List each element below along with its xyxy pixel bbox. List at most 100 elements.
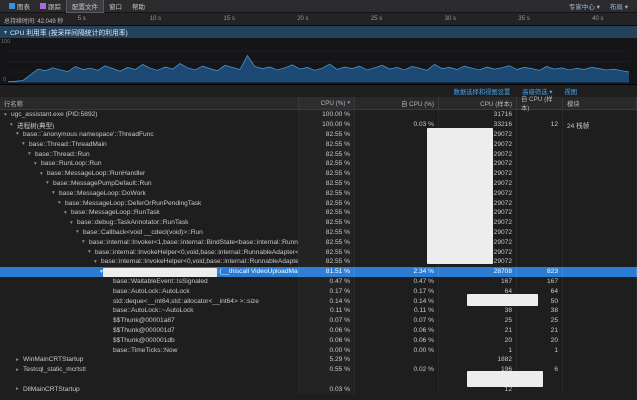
expander-icon[interactable]: ▸ [16, 386, 23, 392]
expander-icon[interactable]: ▾ [94, 259, 101, 265]
expander-icon[interactable]: ▾ [70, 220, 77, 226]
expander-icon[interactable]: ▾ [82, 239, 89, 245]
table-row[interactable]: ▾base::MessageLoop::DeferOrRunPendingTas… [0, 198, 637, 208]
table-row[interactable]: ▾base::`anonymous namespace'::ThreadFunc… [0, 130, 637, 140]
module-cell [563, 218, 637, 228]
column-header-2[interactable]: 自 CPU (%) [355, 97, 439, 109]
table-row[interactable]: ▾base::internal::RunnableAdapter<void (_… [0, 267, 637, 277]
column-header-3[interactable]: CPU (样本) [439, 97, 517, 109]
value-cell: 167 [517, 277, 563, 287]
column-header-4[interactable]: 自 CPU (样本) [517, 97, 563, 109]
value-cell: 12 [517, 120, 563, 130]
menu-right-items: 专家中心 ▾布局 ▾ [564, 0, 633, 12]
expander-icon[interactable]: ▾ [4, 29, 7, 36]
expander-icon[interactable]: ▾ [52, 190, 59, 196]
table-row[interactable]: $$Thunk@000001db0.06 %0.06 %2020 [0, 335, 637, 345]
table-row[interactable]: ▾base::internal::Invoker<1,base::interna… [0, 237, 637, 247]
menu-item[interactable]: 跟踪 [35, 0, 66, 13]
module-cell: 24 栈帧 [563, 120, 637, 130]
stack-label: 进程树(典型) [17, 120, 54, 130]
expander-icon[interactable]: ▾ [64, 210, 71, 216]
table-row[interactable]: ▾base::Thread::ThreadMain82.55 %29072 [0, 139, 637, 149]
stack-cell: ▾base::Thread::ThreadMain [0, 139, 299, 149]
value-cell: 28708 [439, 267, 517, 277]
timeline-ruler[interactable]: 总持续时间: 42.049 秒 5 s10 s15 s20 s25 s30 s3… [0, 13, 637, 26]
menu-right-item[interactable]: 布局 ▾ [605, 0, 633, 12]
cpu-usage-chart[interactable]: 100 0 [0, 38, 637, 85]
stack-label: $$Thunk@000001d7 [113, 327, 175, 334]
table-row[interactable]: std::deque<__int64,std::allocator<__int6… [0, 296, 637, 306]
expander-icon[interactable]: ▾ [4, 112, 11, 118]
stack-cell: ▸DllMainCRTStartup [0, 384, 299, 394]
expander-icon[interactable]: ▾ [88, 249, 95, 255]
expander-icon[interactable]: ▾ [10, 122, 17, 128]
value-cell: 0.47 % [299, 277, 355, 287]
menu-item[interactable]: 窗口 [104, 0, 127, 13]
table-row[interactable]: base::AutoLock::AutoLock0.17 %0.17 %6464 [0, 286, 637, 296]
column-header-0[interactable]: 行名称 [0, 97, 299, 109]
graph-header[interactable]: ▾ CPU 利用率 (按采样间隔统计的利用率) [0, 26, 637, 38]
table-row[interactable]: $$Thunk@000001d70.06 %0.06 %2121 [0, 326, 637, 336]
value-cell: 0.06 % [355, 335, 439, 345]
stack-cell: ▾base::MessageLoop::DeferOrRunPendingTas… [0, 198, 299, 208]
table-row[interactable]: ▾base::Callback<void __cdecl(void)>::Run… [0, 228, 637, 238]
expander-icon[interactable]: ▸ [16, 357, 23, 363]
stack-cell: ▾base::MessageLoop::DoWork [0, 188, 299, 198]
menu-items: 图表跟踪配置文件窗口帮助 [4, 0, 150, 13]
table-row[interactable]: ▾ugc_assistant.exe (PID:5892)100.00 %317… [0, 110, 637, 120]
stack-cell [0, 375, 299, 385]
value-cell [517, 247, 563, 257]
value-cell: 0.06 % [299, 326, 355, 336]
expander-icon[interactable]: ▾ [58, 200, 65, 206]
stack-label: base::Thread::Run [35, 151, 90, 158]
value-cell: 1 [439, 345, 517, 355]
expander-icon[interactable]: ▾ [22, 141, 29, 147]
table-row[interactable]: base::TimeTicks::Now0.00 %0.00 %11 [0, 345, 637, 355]
expander-icon[interactable]: ▸ [16, 367, 23, 373]
table-row[interactable]: ▾base::MessageLoop::RunHandler82.55 %290… [0, 169, 637, 179]
view-link[interactable]: 数据选择和视图设置 [454, 87, 511, 96]
table-row[interactable]: ▾base::internal::InvokeHelper<0,void,bas… [0, 247, 637, 257]
table-row[interactable]: ▾进程树(典型)100.00 %0.03 %332161224 栈帧 [0, 120, 637, 130]
table-row[interactable]: ▾base::internal::InvokeHelper<0,void,bas… [0, 257, 637, 267]
table-row[interactable]: ▸WinMainCRTStartup5.29 %1882 [0, 355, 637, 365]
stack-label: base::TimeTicks::Now [113, 347, 177, 354]
menu-item[interactable]: 图表 [4, 0, 35, 13]
value-cell [517, 218, 563, 228]
expander-icon[interactable]: ▾ [28, 151, 35, 157]
module-cell [563, 365, 637, 375]
stack-cell: ▸Testcql_static_mcrtstl [0, 365, 299, 375]
menu-right-item[interactable]: 专家中心 ▾ [564, 0, 605, 12]
value-cell [355, 375, 439, 385]
column-header-1[interactable]: CPU (%)▾ [299, 97, 355, 109]
menu-item[interactable]: 配置文件 [66, 0, 104, 13]
stack-cell: $$Thunk@000001db [0, 335, 299, 345]
expander-icon[interactable]: ▾ [76, 229, 83, 235]
stack-label: base::Thread::ThreadMain [29, 141, 107, 148]
view-link[interactable]: 视图 [564, 87, 577, 96]
expander-icon[interactable]: ▾ [16, 131, 23, 137]
table-row[interactable]: ▾base::MessageLoop::DoWork82.55 %29072 [0, 188, 637, 198]
column-header-5[interactable]: 模块 [563, 97, 637, 109]
table-row[interactable]: ▾base::Thread::Run82.55 %29072 [0, 149, 637, 159]
module-cell [563, 237, 637, 247]
table-row[interactable]: $$Thunk@00001a870.07 %0.07 %2525 [0, 316, 637, 326]
table-row[interactable]: ▾base::MessagePumpDefault::Run82.55 %290… [0, 179, 637, 189]
value-cell: 0.07 % [355, 316, 439, 326]
table-row[interactable]: base::WaitableEvent::IsSignaled0.47 %0.4… [0, 277, 637, 287]
module-cell [563, 198, 637, 208]
timeline-tick: 15 s [224, 16, 235, 22]
menu-item[interactable]: 帮助 [127, 0, 150, 13]
table-row[interactable]: ▾base::MessageLoop::RunTask82.55 %29072 [0, 208, 637, 218]
expander-icon[interactable]: ▾ [34, 161, 41, 167]
table-row[interactable]: ▾base::debug::TaskAnnotator::RunTask82.5… [0, 218, 637, 228]
value-cell: 0.02 % [355, 365, 439, 375]
table-row[interactable]: base::AutoLock::~AutoLock0.11 %0.11 %383… [0, 306, 637, 316]
value-cell: 82.55 % [299, 237, 355, 247]
expander-icon[interactable]: ▾ [40, 171, 47, 177]
expander-icon[interactable]: ▾ [46, 180, 53, 186]
table-row[interactable]: ▾base::RunLoop::Run82.55 %29072 [0, 159, 637, 169]
module-cell [563, 326, 637, 336]
value-cell: 0.14 % [355, 296, 439, 306]
value-cell [299, 375, 355, 385]
